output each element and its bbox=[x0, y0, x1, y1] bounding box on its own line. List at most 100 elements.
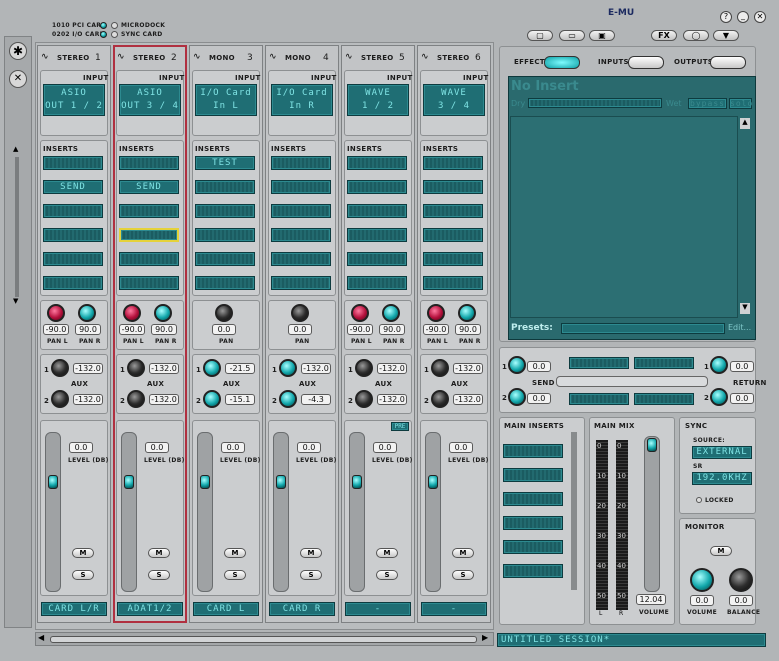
aux-1-value[interactable]: -132.0 bbox=[149, 363, 179, 374]
sync-sr-display[interactable]: 192.0KHZ bbox=[692, 472, 752, 485]
pan-l-value[interactable]: -90.0 bbox=[119, 324, 145, 335]
record-button[interactable]: ◯ bbox=[683, 30, 709, 41]
aux-2-value[interactable]: -132.0 bbox=[73, 394, 103, 405]
send-insert-2a[interactable] bbox=[569, 393, 629, 405]
output-selector[interactable]: CARD L bbox=[193, 602, 259, 616]
insert-slot[interactable]: SEND bbox=[43, 180, 103, 194]
insert-slot[interactable] bbox=[195, 180, 255, 194]
pan-knob[interactable] bbox=[215, 304, 233, 322]
aux-2-value[interactable]: -15.1 bbox=[225, 394, 255, 405]
return-2-knob[interactable] bbox=[710, 388, 728, 406]
aux-2-knob[interactable] bbox=[431, 390, 449, 408]
window-close-button[interactable]: ✕ bbox=[754, 11, 766, 23]
insert-slot[interactable]: TEST bbox=[195, 156, 255, 170]
insert-slot[interactable] bbox=[271, 228, 331, 242]
level-fader[interactable] bbox=[273, 432, 289, 592]
close-icon[interactable]: ✕ bbox=[9, 70, 27, 88]
pan-r-value[interactable]: 90.0 bbox=[455, 324, 481, 335]
aux-1-knob[interactable] bbox=[127, 359, 145, 377]
bypass-button[interactable]: bypass bbox=[688, 98, 727, 109]
insert-slot[interactable]: SEND bbox=[119, 180, 179, 194]
level-fader-thumb[interactable] bbox=[352, 475, 362, 489]
main-volume-thumb[interactable] bbox=[647, 438, 657, 452]
aux-2-knob[interactable] bbox=[127, 390, 145, 408]
solo-button[interactable]: S bbox=[72, 570, 94, 580]
aux-2-value[interactable]: -132.0 bbox=[149, 394, 179, 405]
params-scroll-down-icon[interactable]: ▼ bbox=[740, 303, 750, 314]
solo-button[interactable]: S bbox=[224, 570, 246, 580]
insert-slot[interactable] bbox=[347, 228, 407, 242]
scroll-left-icon[interactable]: ◀ bbox=[38, 633, 44, 642]
send-2-value[interactable]: 0.0 bbox=[527, 393, 551, 404]
insert-slot[interactable] bbox=[119, 228, 179, 242]
insert-slot[interactable] bbox=[271, 204, 331, 218]
insert-slot[interactable] bbox=[423, 204, 483, 218]
monitor-balance-knob[interactable] bbox=[729, 568, 753, 592]
effect-tab-button[interactable] bbox=[544, 56, 580, 69]
horizontal-scrollbar[interactable]: ◀ ▶ bbox=[35, 632, 494, 646]
main-insert-slot[interactable] bbox=[503, 540, 563, 554]
insert-slot[interactable] bbox=[423, 252, 483, 266]
insert-slot[interactable] bbox=[195, 204, 255, 218]
pan-l-value[interactable]: -90.0 bbox=[423, 324, 449, 335]
aux-1-knob[interactable] bbox=[203, 359, 221, 377]
pan-r-knob[interactable] bbox=[458, 304, 476, 322]
level-fader[interactable] bbox=[45, 432, 61, 592]
input-selector[interactable]: I/O Card In L bbox=[195, 84, 257, 116]
aux-1-value[interactable]: -21.5 bbox=[225, 363, 255, 374]
help-button[interactable]: ? bbox=[720, 11, 732, 23]
insert-slot[interactable] bbox=[43, 204, 103, 218]
insert-slot[interactable] bbox=[423, 180, 483, 194]
insert-slot[interactable] bbox=[43, 252, 103, 266]
aux-2-knob[interactable] bbox=[279, 390, 297, 408]
output-selector[interactable]: - bbox=[345, 602, 411, 616]
monitor-balance-value[interactable]: 0.0 bbox=[729, 595, 753, 606]
output-selector[interactable]: CARD R bbox=[269, 602, 335, 616]
pan-r-knob[interactable] bbox=[78, 304, 96, 322]
minimize-button[interactable]: _ bbox=[737, 11, 749, 23]
scroll-up-button[interactable]: ▲ bbox=[13, 145, 18, 153]
effect-solo-button[interactable]: solo bbox=[729, 98, 752, 109]
level-value[interactable]: 0.0 bbox=[69, 442, 93, 453]
new-session-button[interactable]: ▢ bbox=[527, 30, 553, 41]
insert-slot[interactable] bbox=[43, 156, 103, 170]
solo-button[interactable]: S bbox=[452, 570, 474, 580]
edit-button[interactable]: Edit... bbox=[728, 323, 751, 332]
pan-l-value[interactable]: -90.0 bbox=[347, 324, 373, 335]
level-fader-thumb[interactable] bbox=[48, 475, 58, 489]
mute-button[interactable]: M bbox=[376, 548, 398, 558]
aux-1-knob[interactable] bbox=[51, 359, 69, 377]
aux-2-knob[interactable] bbox=[51, 390, 69, 408]
insert-slot[interactable] bbox=[347, 180, 407, 194]
main-insert-slot[interactable] bbox=[503, 564, 563, 578]
fx-button[interactable]: FX bbox=[651, 30, 677, 41]
pan-value[interactable]: 0.0 bbox=[212, 324, 236, 335]
inputs-tab-button[interactable] bbox=[628, 56, 664, 69]
level-fader-thumb[interactable] bbox=[276, 475, 286, 489]
insert-slot[interactable] bbox=[271, 180, 331, 194]
params-scroll-up-icon[interactable]: ▲ bbox=[740, 118, 750, 129]
aux-1-value[interactable]: -132.0 bbox=[73, 363, 103, 374]
send-2-knob[interactable] bbox=[508, 388, 526, 406]
level-fader-thumb[interactable] bbox=[124, 475, 134, 489]
pan-l-knob[interactable] bbox=[427, 304, 445, 322]
level-fader-thumb[interactable] bbox=[200, 475, 210, 489]
level-fader[interactable] bbox=[197, 432, 213, 592]
insert-slot[interactable] bbox=[119, 156, 179, 170]
insert-slot[interactable] bbox=[271, 276, 331, 290]
pan-knob[interactable] bbox=[291, 304, 309, 322]
return-1-value[interactable]: 0.0 bbox=[730, 361, 754, 372]
pan-l-value[interactable]: -90.0 bbox=[43, 324, 69, 335]
scroll-thumb[interactable] bbox=[50, 636, 477, 643]
main-inserts-scrollbar[interactable] bbox=[571, 432, 577, 590]
aux-2-value[interactable]: -132.0 bbox=[377, 394, 407, 405]
return-2-value[interactable]: 0.0 bbox=[730, 393, 754, 404]
dropdown-button[interactable]: ▼ bbox=[713, 30, 739, 41]
vertical-scrollbar[interactable] bbox=[15, 157, 19, 297]
level-value[interactable]: 0.0 bbox=[373, 442, 397, 453]
mute-button[interactable]: M bbox=[72, 548, 94, 558]
send-return-slider[interactable] bbox=[556, 376, 708, 387]
aux-2-knob[interactable] bbox=[203, 390, 221, 408]
main-insert-slot[interactable] bbox=[503, 444, 563, 458]
pan-l-knob[interactable] bbox=[351, 304, 369, 322]
